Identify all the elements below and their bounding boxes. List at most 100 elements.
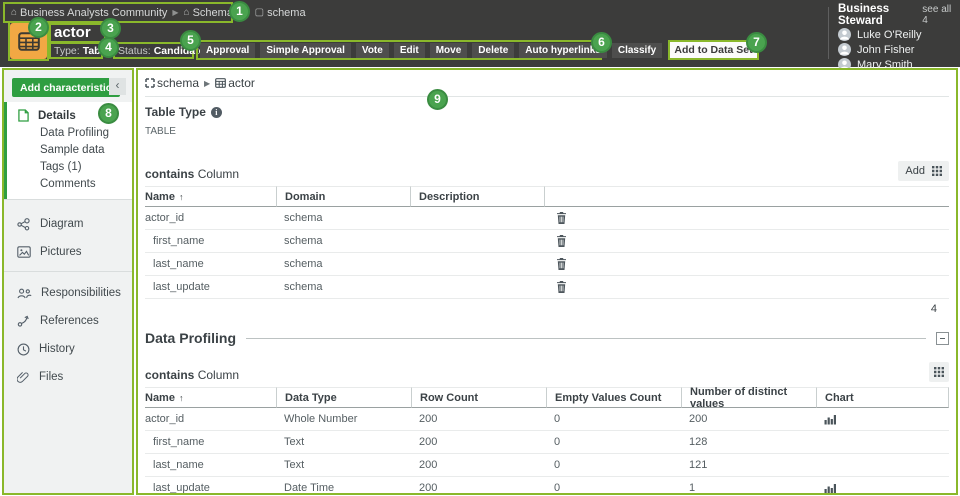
paperclip-icon — [17, 370, 30, 384]
callout-badge-5: 5 — [180, 30, 201, 51]
sort-asc-icon: ↑ — [179, 393, 184, 403]
info-icon[interactable]: i — [211, 107, 222, 118]
cell-name[interactable]: last_name — [145, 454, 276, 477]
callout-badge-3: 3 — [100, 18, 121, 39]
sidebar-item-files[interactable]: Files — [4, 368, 132, 386]
schema-mini-icon — [145, 78, 155, 88]
table-mini-icon — [215, 78, 226, 88]
col-header-chart[interactable]: Chart — [816, 387, 949, 408]
row-count: 4 — [145, 303, 949, 315]
col-header-description[interactable]: Description — [410, 186, 544, 207]
sidebar-item-label: Responsibilities — [41, 287, 121, 299]
cell-domain[interactable]: schema — [276, 230, 410, 253]
col-header-distinct[interactable]: Number of distinct values — [681, 387, 816, 408]
steward-user[interactable]: Luke O'Reilly — [838, 27, 954, 42]
delete-button[interactable]: Delete — [472, 43, 514, 58]
grid-view-button[interactable] — [929, 362, 949, 382]
col-header-domain[interactable]: Domain — [276, 186, 410, 207]
breadcrumb-schema[interactable]: schema — [267, 7, 306, 19]
sidebar-item-label: Details — [38, 110, 76, 122]
add-column-button[interactable]: Add — [898, 161, 949, 181]
col-header-name[interactable]: Name↑ — [145, 186, 276, 207]
cell-domain[interactable]: schema — [276, 253, 410, 276]
sidebar-item-diagram[interactable]: Diagram — [4, 215, 132, 233]
sidebar-item-label: Diagram — [40, 218, 83, 230]
cell-name[interactable]: first_name — [145, 230, 276, 253]
sidebar-item-pictures[interactable]: Pictures — [4, 243, 132, 261]
sidebar-item-history[interactable]: History — [4, 340, 132, 358]
sidebar-item-comments[interactable]: Comments — [4, 175, 132, 192]
cell-domain[interactable]: schema — [276, 276, 410, 299]
community-icon: ⌂ — [11, 7, 17, 18]
cell-distinct-count: 121 — [681, 454, 816, 477]
status-label: Status: — [118, 45, 151, 57]
trash-icon[interactable] — [556, 258, 567, 270]
trash-icon[interactable] — [556, 212, 567, 224]
cell-empty-count: 0 — [546, 408, 681, 431]
add-characteristic-button[interactable]: Add characteristic — [12, 78, 120, 97]
vote-button[interactable]: Vote — [356, 43, 389, 58]
section-rule — [246, 338, 926, 339]
collapse-section-icon[interactable] — [936, 332, 949, 345]
edit-button[interactable]: Edit — [394, 43, 425, 58]
col-header-empty-values[interactable]: Empty Values Count — [546, 387, 681, 408]
row-actions — [544, 207, 949, 230]
callout-badge-9: 9 — [427, 89, 448, 110]
cell-row-count: 200 — [411, 431, 546, 454]
cell-name[interactable]: actor_id — [145, 408, 276, 431]
breadcrumb-separator-icon: ▶ — [172, 8, 178, 17]
references-icon — [17, 315, 31, 327]
trash-icon[interactable] — [556, 281, 567, 293]
col-header-row-count[interactable]: Row Count — [411, 387, 546, 408]
sidebar-item-references[interactable]: References — [4, 312, 132, 330]
callout-badge-7: 7 — [746, 32, 767, 53]
bar-chart-icon[interactable] — [824, 414, 836, 425]
cell-name[interactable]: first_name — [145, 431, 276, 454]
add-to-dataset-button[interactable]: Add to Data Set — [670, 42, 757, 58]
cell-chart — [816, 408, 949, 431]
row-actions — [544, 230, 949, 253]
cell-domain[interactable]: schema — [276, 207, 410, 230]
classify-button[interactable]: Classify — [612, 43, 662, 58]
sidebar-lower-nav: Diagram Pictures Responsibilities — [4, 215, 132, 396]
steward-user[interactable]: John Fisher — [838, 42, 954, 57]
cell-data-type: Date Time — [276, 477, 411, 495]
col-header-data-type[interactable]: Data Type — [276, 387, 411, 408]
contains-noun: Column — [198, 167, 239, 181]
sort-asc-icon: ↑ — [179, 192, 184, 202]
callout-badge-2: 2 — [28, 17, 49, 38]
bar-chart-icon[interactable] — [824, 483, 836, 494]
cell-name[interactable]: last_update — [145, 477, 276, 495]
sidebar-item-tags[interactable]: Tags (1) — [4, 158, 132, 175]
cell-row-count: 200 — [411, 408, 546, 431]
simple-approval-button[interactable]: Simple Approval — [260, 43, 351, 58]
cell-row-count: 200 — [411, 477, 546, 495]
sidebar-collapse-button[interactable]: ‹ — [109, 78, 126, 95]
sidebar-item-sample-data[interactable]: Sample data — [4, 141, 132, 158]
business-steward-panel: Business Steward see all 4 Luke O'Reilly… — [838, 3, 954, 72]
type-label: Type: — [54, 45, 80, 57]
cell-data-type: Text — [276, 454, 411, 477]
see-all-link[interactable]: see all 4 — [922, 4, 954, 26]
header-divider — [828, 7, 829, 59]
profiling-table: Name↑ Data Type Row Count Empty Values C… — [145, 387, 949, 495]
cell-chart — [816, 431, 949, 454]
table-type-heading: Table Type i — [145, 105, 949, 119]
cell-name[interactable]: actor_id — [145, 207, 276, 230]
sidebar-item-data-profiling[interactable]: Data Profiling — [4, 124, 132, 141]
sidebar-item-label: Data Profiling — [40, 127, 109, 139]
cell-name[interactable]: last_name — [145, 253, 276, 276]
breadcrumb-separator-icon: ▶ — [204, 79, 210, 88]
cell-name[interactable]: last_update — [145, 276, 276, 299]
move-button[interactable]: Move — [430, 43, 468, 58]
add-button-label: Add — [905, 165, 925, 177]
approval-button[interactable]: Approval — [200, 43, 255, 58]
trash-icon[interactable] — [556, 235, 567, 247]
cell-data-type: Text — [276, 431, 411, 454]
sidebar-item-responsibilities[interactable]: Responsibilities — [4, 284, 132, 302]
data-profiling-section-header: Data Profiling — [145, 330, 949, 346]
col-header-name[interactable]: Name↑ — [145, 387, 276, 408]
cell-distinct-count: 1 — [681, 477, 816, 495]
breadcrumb-schema-link[interactable]: schema — [157, 76, 199, 90]
workflow-buttons: Approval Simple Approval Vote Edit Move … — [196, 40, 602, 60]
